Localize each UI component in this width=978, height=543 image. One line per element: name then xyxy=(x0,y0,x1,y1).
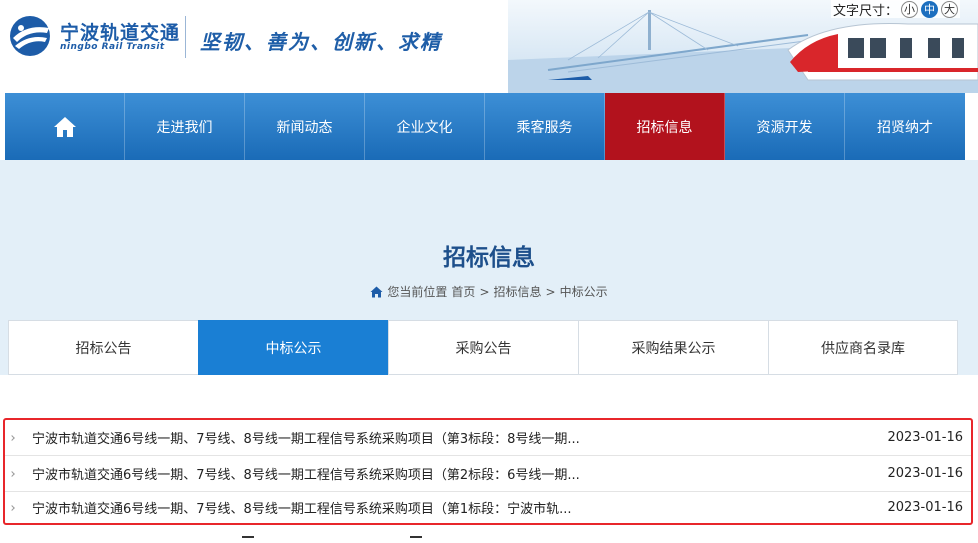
font-size-label: 文字尺寸： xyxy=(832,3,898,19)
font-size-medium-button[interactable]: 中 xyxy=(921,0,938,18)
main-nav: 走进我们 新闻动态 企业文化 乘客服务 招标信息 资源开发 招贤纳才 xyxy=(5,93,965,160)
nav-item-tender-info[interactable]: 招标信息 xyxy=(605,93,725,160)
clipped-content-fragment xyxy=(242,536,254,543)
breadcrumb: 您当前位置 首页 > 招标信息 > 中标公示 xyxy=(0,283,978,300)
font-size-large-button[interactable]: 大 xyxy=(941,0,958,18)
list-item[interactable]: 宁波市轨道交通6号线一期、7号线、8号线一期工程信号系统采购项目（第2标段：6号… xyxy=(5,456,971,492)
breadcrumb-prefix: 您当前位置 xyxy=(387,285,448,299)
logo-chinese-name[interactable]: 宁波轨道交通 xyxy=(60,18,180,45)
breadcrumb-award-notice[interactable]: 中标公示 xyxy=(560,283,608,300)
slogan: 坚韧、善为、创新、求精 xyxy=(200,30,442,54)
nav-item-passenger-service[interactable]: 乘客服务 xyxy=(485,93,605,160)
header-divider xyxy=(185,16,186,58)
bullet-arrow-icon xyxy=(9,470,15,477)
breadcrumb-home-icon xyxy=(370,286,383,297)
list-item-title[interactable]: 宁波市轨道交通6号线一期、7号线、8号线一期工程信号系统采购项目（第2标段：6号… xyxy=(32,464,873,483)
nav-item-home[interactable] xyxy=(5,93,125,160)
page-title: 招标信息 xyxy=(443,245,535,271)
bullet-arrow-icon xyxy=(9,504,15,511)
breadcrumb-separator: > xyxy=(479,284,490,299)
breadcrumb-home[interactable]: 首页 xyxy=(451,283,475,300)
tab-supplier-directory[interactable]: 供应商名录库 xyxy=(768,320,958,375)
list-item-title[interactable]: 宁波市轨道交通6号线一期、7号线、8号线一期工程信号系统采购项目（第3标段：8号… xyxy=(32,428,873,447)
nav-item-culture[interactable]: 企业文化 xyxy=(365,93,485,160)
tab-procurement-result[interactable]: 采购结果公示 xyxy=(578,320,768,375)
list-item-date: 2023-01-16 xyxy=(887,466,963,481)
tab-procurement-announcement[interactable]: 采购公告 xyxy=(388,320,578,375)
list-item[interactable]: 宁波市轨道交通6号线一期、7号线、8号线一期工程信号系统采购项目（第3标段：8号… xyxy=(5,420,971,456)
logo-english-name[interactable]: ningbo Rail Transit xyxy=(60,42,165,52)
breadcrumb-tender-info[interactable]: 招标信息 xyxy=(494,283,542,300)
tab-tender-announcement[interactable]: 招标公告 xyxy=(8,320,198,375)
sub-tabs: 招标公告 中标公示 采购公告 采购结果公示 供应商名录库 xyxy=(8,320,958,375)
font-size-control: 文字尺寸： 小 中 大 xyxy=(830,0,960,19)
clipped-content-fragment xyxy=(410,536,422,543)
breadcrumb-separator: > xyxy=(545,284,556,299)
bullet-arrow-icon xyxy=(9,434,15,441)
list-item-date: 2023-01-16 xyxy=(887,430,963,445)
list-item-title[interactable]: 宁波市轨道交通6号线一期、7号线、8号线一期工程信号系统采购项目（第1标段：宁波… xyxy=(32,498,873,517)
nav-item-about[interactable]: 走进我们 xyxy=(125,93,245,160)
font-size-small-button[interactable]: 小 xyxy=(901,0,918,18)
nav-item-news[interactable]: 新闻动态 xyxy=(245,93,365,160)
home-icon xyxy=(53,116,76,137)
site-header: 宁波轨道交通 ningbo Rail Transit 坚韧、善为、创新、求精 文… xyxy=(0,0,978,93)
list-item-date: 2023-01-16 xyxy=(887,500,963,515)
nav-item-resource-development[interactable]: 资源开发 xyxy=(725,93,845,160)
nav-item-recruitment[interactable]: 招贤纳才 xyxy=(845,93,965,160)
page: 宁波轨道交通 ningbo Rail Transit 坚韧、善为、创新、求精 文… xyxy=(0,0,978,543)
list-item[interactable]: 宁波市轨道交通6号线一期、7号线、8号线一期工程信号系统采购项目（第1标段：宁波… xyxy=(5,492,971,523)
tab-award-notice[interactable]: 中标公示 xyxy=(198,320,388,375)
ningbo-rail-logo-icon[interactable] xyxy=(7,14,53,58)
award-notice-list: 宁波市轨道交通6号线一期、7号线、8号线一期工程信号系统采购项目（第3标段：8号… xyxy=(3,418,973,525)
